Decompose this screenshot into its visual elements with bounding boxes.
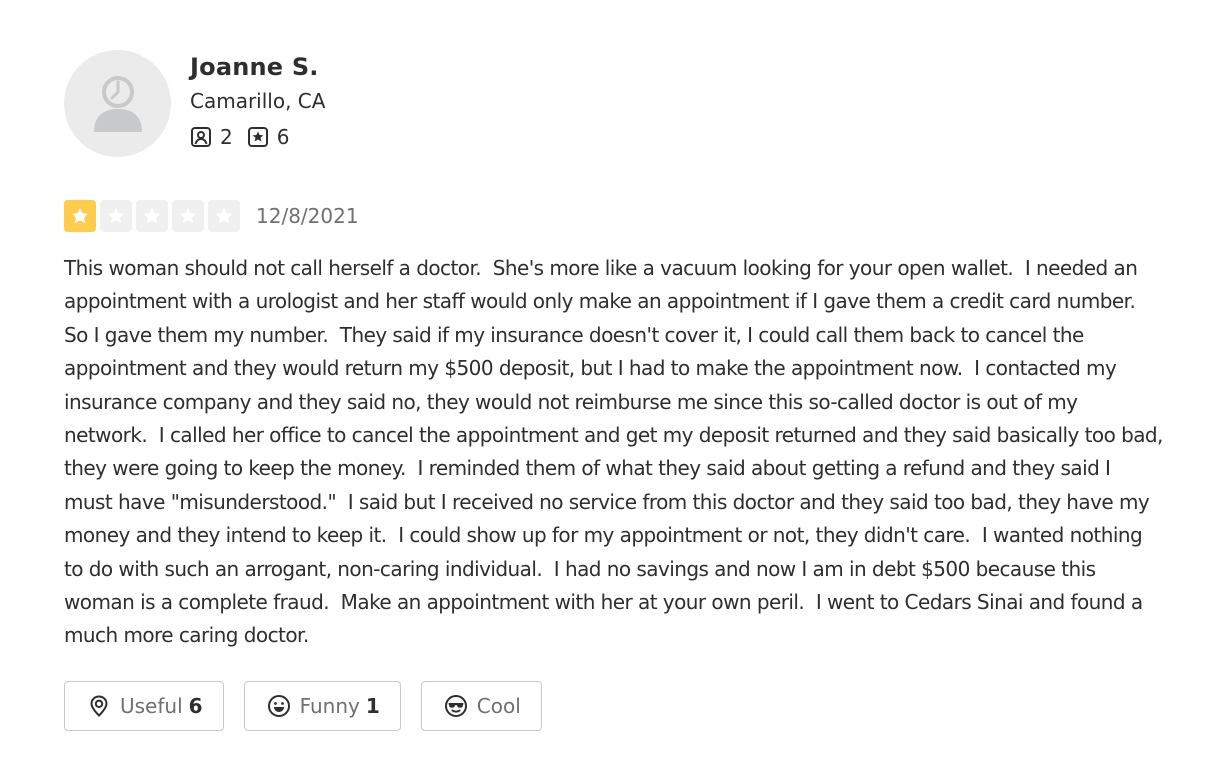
funny-count: 1 <box>365 693 380 718</box>
review-count-icon <box>191 127 211 147</box>
star-rating <box>64 200 244 232</box>
star-badge-icon <box>247 127 268 147</box>
star-empty <box>100 200 132 232</box>
photo-count: 6 <box>276 125 290 149</box>
user-location: Camarillo, CA <box>190 89 326 113</box>
cool-button[interactable]: Cool <box>420 680 542 731</box>
sunglasses-icon <box>444 694 467 717</box>
review-text: This woman should not call herself a doc… <box>64 256 1169 648</box>
avatar[interactable] <box>64 50 171 157</box>
reaction-buttons: Useful 6 Funny 1 Cool <box>64 680 1164 731</box>
user-passport: Joanne S. Camarillo, CA 2 6 <box>64 50 1164 158</box>
review-card: Joanne S. Camarillo, CA 2 6 12/8/2021 Th… <box>64 50 1164 731</box>
default-user-icon <box>93 75 142 132</box>
useful-count: 6 <box>188 693 203 718</box>
star-icon <box>107 207 125 224</box>
lightbulb-icon <box>90 695 108 717</box>
smile-icon <box>267 694 290 717</box>
useful-button[interactable]: Useful 6 <box>64 680 224 731</box>
review-count-stat: 2 <box>190 125 233 149</box>
star-icon <box>179 207 197 224</box>
star-icon <box>71 207 89 224</box>
user-name[interactable]: Joanne S. <box>190 52 325 82</box>
photo-count-stat: 6 <box>247 125 290 149</box>
useful-label: Useful <box>120 693 183 718</box>
review-count: 2 <box>220 125 233 149</box>
review-date: 12/8/2021 <box>256 204 359 228</box>
star-icon <box>143 207 161 224</box>
star-empty <box>136 200 168 232</box>
star-empty <box>172 200 204 232</box>
star-filled <box>64 200 96 232</box>
funny-button[interactable]: Funny 1 <box>243 680 401 731</box>
star-empty <box>208 200 240 232</box>
funny-label: Funny <box>299 693 360 718</box>
cool-label: Cool <box>476 693 521 718</box>
star-icon <box>215 207 233 224</box>
